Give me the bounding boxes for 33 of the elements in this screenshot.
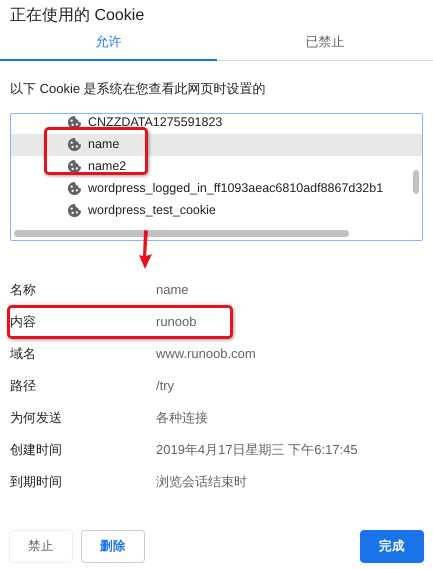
field-value: 2019年4月17日星期三 下午6:17:45: [156, 440, 358, 459]
cookie-icon: [67, 137, 82, 152]
description-text: 以下 Cookie 是系统在您查看此网页时设置的: [10, 80, 266, 96]
cookie-icon: [67, 115, 82, 130]
cookie-item[interactable]: wordpress_logged_in_ff1093aeac6810adf8867d32b1: [11, 178, 422, 200]
tab[interactable]: 已禁止: [216, 28, 433, 60]
field-label: 到期时间: [10, 472, 63, 491]
cookie-item[interactable]: CNZZDATA1275591823: [11, 114, 422, 134]
field-value: 浏览会话结束时: [156, 472, 247, 491]
cookie-icon: [67, 181, 82, 196]
field-label: 路径: [10, 376, 37, 395]
cookie-icon: [67, 159, 82, 174]
field-label: 为何发送: [10, 408, 63, 427]
field-value: name: [156, 280, 189, 299]
field-value: www.runoob.com: [156, 344, 256, 363]
vertical-scrollbar[interactable]: [413, 170, 419, 194]
cookie-item[interactable]: name: [11, 134, 422, 156]
field-label: 内容: [10, 312, 37, 331]
tab[interactable]: 允许: [0, 28, 216, 60]
field-value: /try: [156, 376, 174, 395]
field-label: 创建时间: [10, 440, 63, 459]
field-value: 各种连接: [156, 408, 208, 427]
field-value: runoob: [156, 312, 196, 331]
field-label: 名称: [10, 280, 37, 299]
cookie-item[interactable]: name2: [11, 156, 422, 178]
dialog-button[interactable]: 禁止: [9, 530, 73, 563]
field-label: 域名: [10, 344, 37, 363]
horizontal-scrollbar[interactable]: [14, 230, 349, 236]
dialog-title: 正在使用的 Cookie: [9, 6, 146, 26]
cookie-item[interactable]: wordpress_test_cookie: [11, 200, 422, 222]
dialog-button[interactable]: 删除: [81, 530, 145, 563]
dialog-button[interactable]: 完成: [360, 530, 424, 563]
cookie-icon: [67, 203, 82, 218]
